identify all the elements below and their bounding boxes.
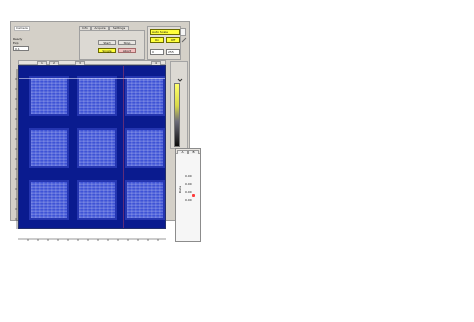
bottom-axis-ticks (18, 238, 166, 241)
image-tile-r1c2 (77, 76, 117, 116)
colorbar (174, 83, 180, 147)
window-corner-icon-svg (181, 37, 187, 43)
right-panel-tab-b[interactable]: B (188, 150, 199, 154)
image-tile-r1c1 (29, 76, 69, 116)
abort-button[interactable]: Abort (118, 48, 136, 53)
right-panel-tab-a-label: A (181, 150, 184, 154)
right-panel-marker (192, 194, 195, 197)
image-tile-r1c3 (125, 76, 165, 116)
application-window: Camera Ready Exp 0.1 Info Acquire Settin… (10, 21, 201, 242)
image-tile-r2c1 (29, 128, 69, 168)
window-corner-icon (180, 28, 187, 43)
right-panel-vertical-label: Data (178, 185, 182, 193)
exposure-value: 0.1 (15, 47, 20, 51)
right-panel-tab-b-label: B (192, 150, 195, 154)
stop-button-label: Stop (123, 41, 131, 45)
autoscale-off-label: Off (170, 38, 176, 42)
exposure-field[interactable]: 0.1 (13, 46, 29, 51)
autoscale-title-text: Auto Scale (152, 30, 168, 34)
yellow-panel: Auto Scale On Off 0 255 (147, 26, 187, 60)
image-tile-r3c3 (125, 180, 165, 220)
scale-min-value: 0 (152, 50, 154, 54)
autoscale-title: Auto Scale (150, 29, 180, 35)
image-tile-r2c2 (77, 128, 117, 168)
image-viewer[interactable] (18, 65, 166, 229)
autoscale-off-button[interactable]: Off (166, 37, 180, 43)
right-panel-value-2: 0.00 (185, 182, 192, 186)
colorbar-frame (170, 61, 188, 149)
chevron-down-icon[interactable] (177, 68, 183, 82)
crosshair-vertical-line (123, 66, 124, 228)
scale-max-value: 255 (168, 50, 174, 54)
scale-min-field[interactable]: 0 (150, 49, 164, 55)
right-panel-value-1: 0.00 (185, 174, 192, 178)
acquire-panel: Start Stop Single Abort (79, 30, 145, 60)
image-tile-r2c3 (125, 128, 165, 168)
abort-button-label: Abort (122, 49, 132, 53)
autoscale-on-label: On (154, 38, 160, 42)
crosshair-horizontal-line (19, 78, 165, 79)
start-button[interactable]: Start (98, 40, 116, 45)
stop-button[interactable]: Stop (118, 40, 136, 45)
image-tile-r3c2 (77, 180, 117, 220)
scale-max-field[interactable]: 255 (166, 49, 180, 55)
image-tile-r3c1 (29, 180, 69, 220)
start-button-label: Start (103, 41, 111, 45)
chevron-down-icon-svg (177, 78, 183, 82)
single-button-label: Single (102, 49, 112, 53)
bottom-axis (18, 229, 166, 241)
exposure-label: Exp (13, 41, 19, 45)
single-button[interactable]: Single (98, 48, 116, 53)
autoscale-on-button[interactable]: On (150, 37, 164, 43)
right-panel-tabs: A B (176, 149, 200, 154)
right-panel-value-3: 0.00 (185, 190, 192, 194)
right-panel-tab-a[interactable]: A (177, 150, 188, 154)
right-panel-value-4: 0.00 (185, 198, 192, 202)
right-panel: A B Data 0.00 0.00 0.00 0.00 (175, 148, 201, 242)
camera-label: Camera (14, 26, 30, 31)
